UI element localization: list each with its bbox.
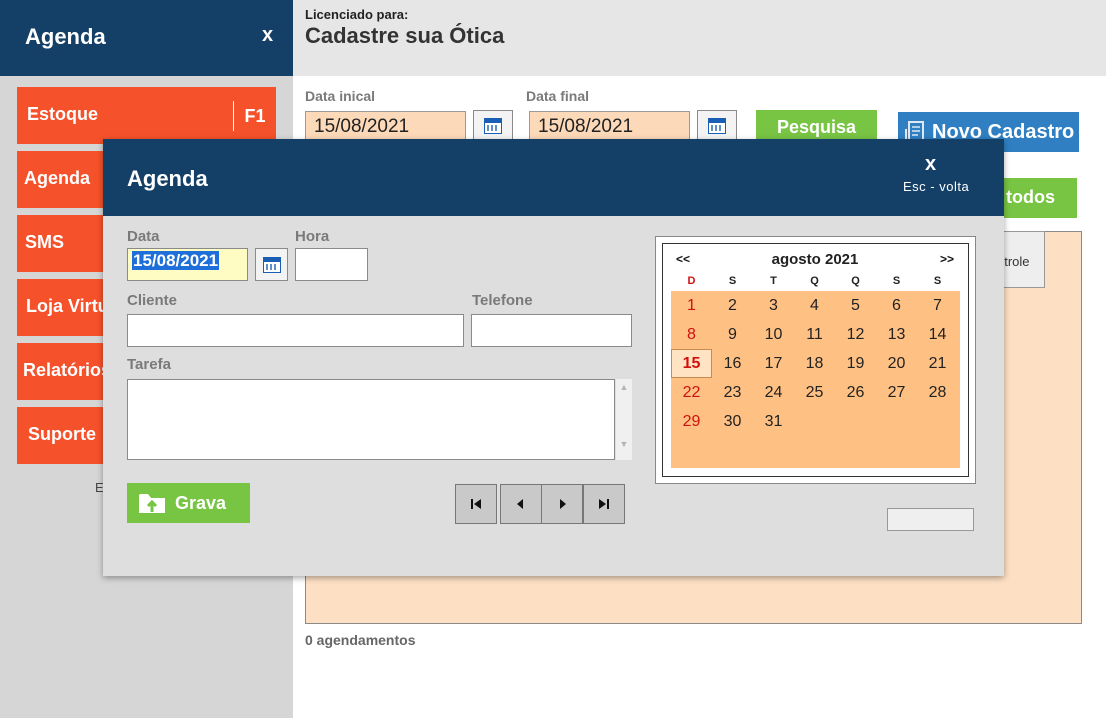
calendar-day[interactable]: 8	[671, 326, 712, 344]
first-record-button[interactable]	[455, 484, 497, 524]
modal-close-button[interactable]: x	[925, 153, 936, 176]
menu-item-label: SMS	[25, 232, 65, 252]
calendar-weekday-header: S	[933, 275, 942, 287]
calendar-day[interactable]: 24	[753, 384, 794, 402]
calendar-next-button[interactable]: >>	[940, 252, 954, 266]
calendar-day[interactable]: 10	[753, 326, 794, 344]
last-icon	[599, 499, 609, 509]
hora-field[interactable]	[295, 248, 368, 281]
tarefa-textarea[interactable]	[127, 379, 615, 460]
calendar-day[interactable]: 21	[917, 355, 958, 373]
calendar-day[interactable]: 19	[835, 355, 876, 373]
save-label: Grava	[175, 492, 227, 513]
first-icon	[471, 499, 481, 509]
calendar-day[interactable]: 1	[671, 297, 712, 315]
menu-item-estoque[interactable]: Estoque F1	[17, 87, 276, 144]
calendar-weekday-header: S	[728, 275, 737, 287]
scroll-up-icon: ▲	[619, 382, 629, 392]
menu-item-label: Estoque	[27, 104, 99, 124]
calendar-day[interactable]: 7	[917, 297, 958, 315]
end-date-calendar-button[interactable]	[697, 110, 737, 142]
last-record-button[interactable]	[583, 484, 625, 524]
scroll-down-icon: ▼	[619, 439, 629, 449]
next-icon	[560, 499, 566, 509]
next-record-button[interactable]	[541, 484, 583, 524]
calendar-day[interactable]: 2	[712, 297, 753, 315]
calendar-day[interactable]: 30	[712, 413, 753, 431]
calendar-day[interactable]: 22	[671, 384, 712, 402]
folder-upload-icon	[139, 494, 165, 513]
appointments-count: 0 agendamentos	[305, 632, 416, 648]
menu-item-label: Suporte	[28, 424, 97, 444]
sidebar-header: Agenda x	[0, 0, 293, 76]
calendar-day[interactable]: 18	[794, 355, 835, 373]
cliente-label: Cliente	[127, 292, 178, 309]
calendar-weekday-header: Q	[810, 275, 819, 287]
shortcut-key: F1	[233, 101, 276, 131]
calendar-weekday-header: T	[770, 275, 777, 287]
calendar-icon	[484, 118, 502, 134]
end-date-label: Data final	[526, 88, 590, 104]
calendar-day[interactable]: 11	[794, 326, 835, 344]
license-name: Cadastre sua Ótica	[305, 23, 505, 48]
tarefa-label: Tarefa	[127, 356, 171, 373]
calendar-day[interactable]: 25	[794, 384, 835, 402]
tarefa-scrollbar[interactable]: ▲ ▼	[616, 379, 632, 460]
telefone-field[interactable]	[471, 314, 632, 347]
calendar-day[interactable]: 16	[712, 355, 753, 373]
calendar-weekday-header: Q	[851, 275, 860, 287]
calendar-day[interactable]: 28	[917, 384, 958, 402]
modal-title: Agenda	[127, 166, 208, 191]
calendar-day[interactable]: 15	[671, 349, 712, 378]
calendar-icon	[708, 118, 726, 134]
data-calendar-button[interactable]	[255, 248, 288, 281]
sidebar-close-button[interactable]: x	[262, 24, 273, 47]
menu-item-label: Agenda	[24, 168, 91, 188]
hora-label: Hora	[295, 228, 330, 245]
calendar-day[interactable]: 14	[917, 326, 958, 344]
calendar-day[interactable]: 4	[794, 297, 835, 315]
data-field[interactable]: 15/08/2021	[127, 248, 248, 281]
esc-hint: Esc - volta	[903, 179, 970, 194]
start-date-label: Data inical	[305, 88, 376, 104]
calendar-days-area	[671, 291, 960, 468]
data-value: 15/08/2021	[132, 251, 220, 270]
calendar-icon	[262, 256, 281, 273]
calendar-prev-button[interactable]: <<	[676, 252, 690, 266]
calendar-day[interactable]: 12	[835, 326, 876, 344]
data-label: Data	[127, 228, 160, 245]
calendar-day[interactable]: 3	[753, 297, 794, 315]
calendar-day[interactable]: 31	[753, 413, 794, 431]
calendar-day[interactable]: 9	[712, 326, 753, 344]
calendar-weekday-header: D	[687, 275, 696, 287]
calendar-day[interactable]: 20	[876, 355, 917, 373]
calendar-day[interactable]: 17	[753, 355, 794, 373]
calendar-month-title: agosto 2021	[771, 251, 859, 268]
menu-item-label: Relatórios	[23, 360, 112, 380]
modal-header: Agenda x Esc - volta	[103, 139, 1004, 216]
telefone-label: Telefone	[472, 292, 533, 309]
end-date-field[interactable]: 15/08/2021	[529, 111, 690, 141]
calendar-day[interactable]: 5	[835, 297, 876, 315]
save-button[interactable]: Grava	[127, 483, 250, 523]
calendar-day[interactable]: 6	[876, 297, 917, 315]
previous-icon	[517, 499, 523, 509]
start-date-field[interactable]: 15/08/2021	[305, 111, 466, 141]
cliente-field[interactable]	[127, 314, 464, 347]
calendar-weekday-header: S	[892, 275, 901, 287]
sidebar-title: Agenda	[25, 24, 106, 49]
calendar-day[interactable]: 27	[876, 384, 917, 402]
calendar-day[interactable]: 26	[835, 384, 876, 402]
license-label: Licenciado para:	[305, 7, 409, 22]
calendar-day[interactable]: 23	[712, 384, 753, 402]
calendar-day[interactable]: 13	[876, 326, 917, 344]
status-field	[887, 508, 974, 531]
previous-record-button[interactable]	[500, 484, 542, 524]
calendar-day[interactable]: 29	[671, 413, 712, 431]
start-date-calendar-button[interactable]	[473, 110, 513, 142]
